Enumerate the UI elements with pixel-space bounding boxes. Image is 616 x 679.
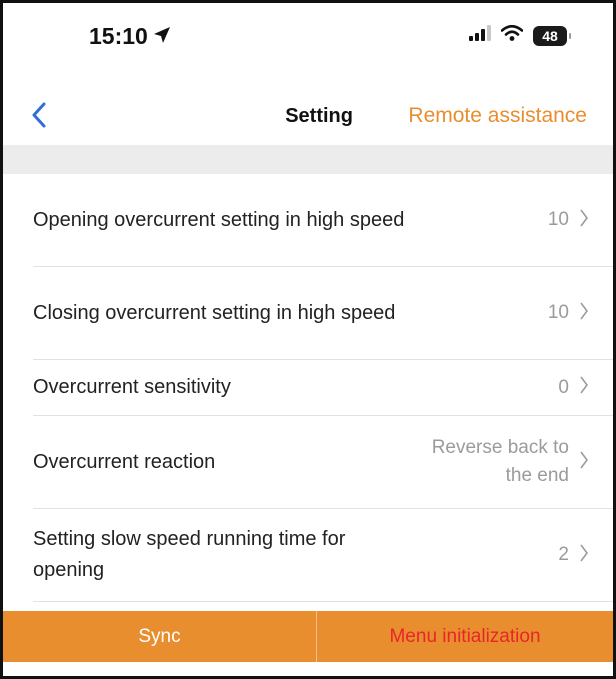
remote-assistance-link[interactable]: Remote assistance (408, 104, 587, 128)
setting-value: 0 (558, 376, 569, 398)
setting-row-slow-speed-opening-time[interactable]: Setting slow speed running time for open… (33, 509, 613, 602)
setting-value: 10 (547, 302, 569, 323)
status-bar: 15:10 48 (3, 3, 613, 79)
time-text: 15:10 (89, 23, 148, 49)
settings-list: Opening overcurrent setting in high spee… (3, 174, 613, 602)
chevron-right-icon (579, 450, 589, 475)
battery-level: 48 (542, 27, 558, 44)
chevron-right-icon (579, 301, 589, 326)
back-chevron-icon[interactable] (31, 102, 47, 133)
setting-value: 2 (558, 544, 569, 565)
setting-label: Overcurrent sensitivity (33, 376, 231, 398)
nav-bar: Setting Remote assistance (3, 91, 613, 143)
chevron-right-icon (579, 375, 589, 400)
setting-value-group: 10 (548, 299, 589, 327)
chevron-right-icon (579, 208, 589, 233)
signal-bars-icon (469, 25, 491, 46)
setting-label: Opening overcurrent setting in high spee… (33, 208, 405, 231)
setting-row-opening-overcurrent[interactable]: Opening overcurrent setting in high spee… (33, 174, 613, 267)
sync-button[interactable]: Sync (3, 611, 317, 662)
section-divider (3, 145, 613, 174)
wifi-icon (500, 24, 524, 46)
setting-value: Reverse back to the end (431, 437, 569, 486)
bottom-action-bar: Sync Menu initialization (3, 611, 613, 662)
setting-value: 10 (547, 209, 569, 230)
setting-value-group: 0 (558, 374, 589, 402)
setting-label: Closing overcurrent setting in high spee… (33, 301, 396, 324)
setting-label: Setting slow speed running time for open… (33, 528, 346, 581)
setting-row-overcurrent-reaction[interactable]: Overcurrent reaction Reverse back to the… (33, 416, 613, 509)
battery-icon: 48 (533, 25, 571, 46)
setting-value-group: 2 (558, 541, 589, 569)
status-time: 15:10 (89, 23, 171, 50)
location-arrow-icon (153, 23, 171, 50)
chevron-right-icon (579, 543, 589, 568)
phone-screen: 15:10 48 Setting Remote assistance Openi… (0, 0, 616, 679)
setting-label: Overcurrent reaction (33, 450, 216, 473)
setting-value-group: 10 (548, 206, 589, 234)
menu-initialization-button[interactable]: Menu initialization (317, 611, 613, 662)
setting-row-closing-overcurrent[interactable]: Closing overcurrent setting in high spee… (33, 267, 613, 360)
page-title: Setting (285, 105, 353, 127)
setting-row-overcurrent-sensitivity[interactable]: Overcurrent sensitivity 0 (33, 360, 613, 416)
status-icons: 48 (469, 24, 571, 46)
setting-value-group: Reverse back to the end (409, 434, 589, 490)
